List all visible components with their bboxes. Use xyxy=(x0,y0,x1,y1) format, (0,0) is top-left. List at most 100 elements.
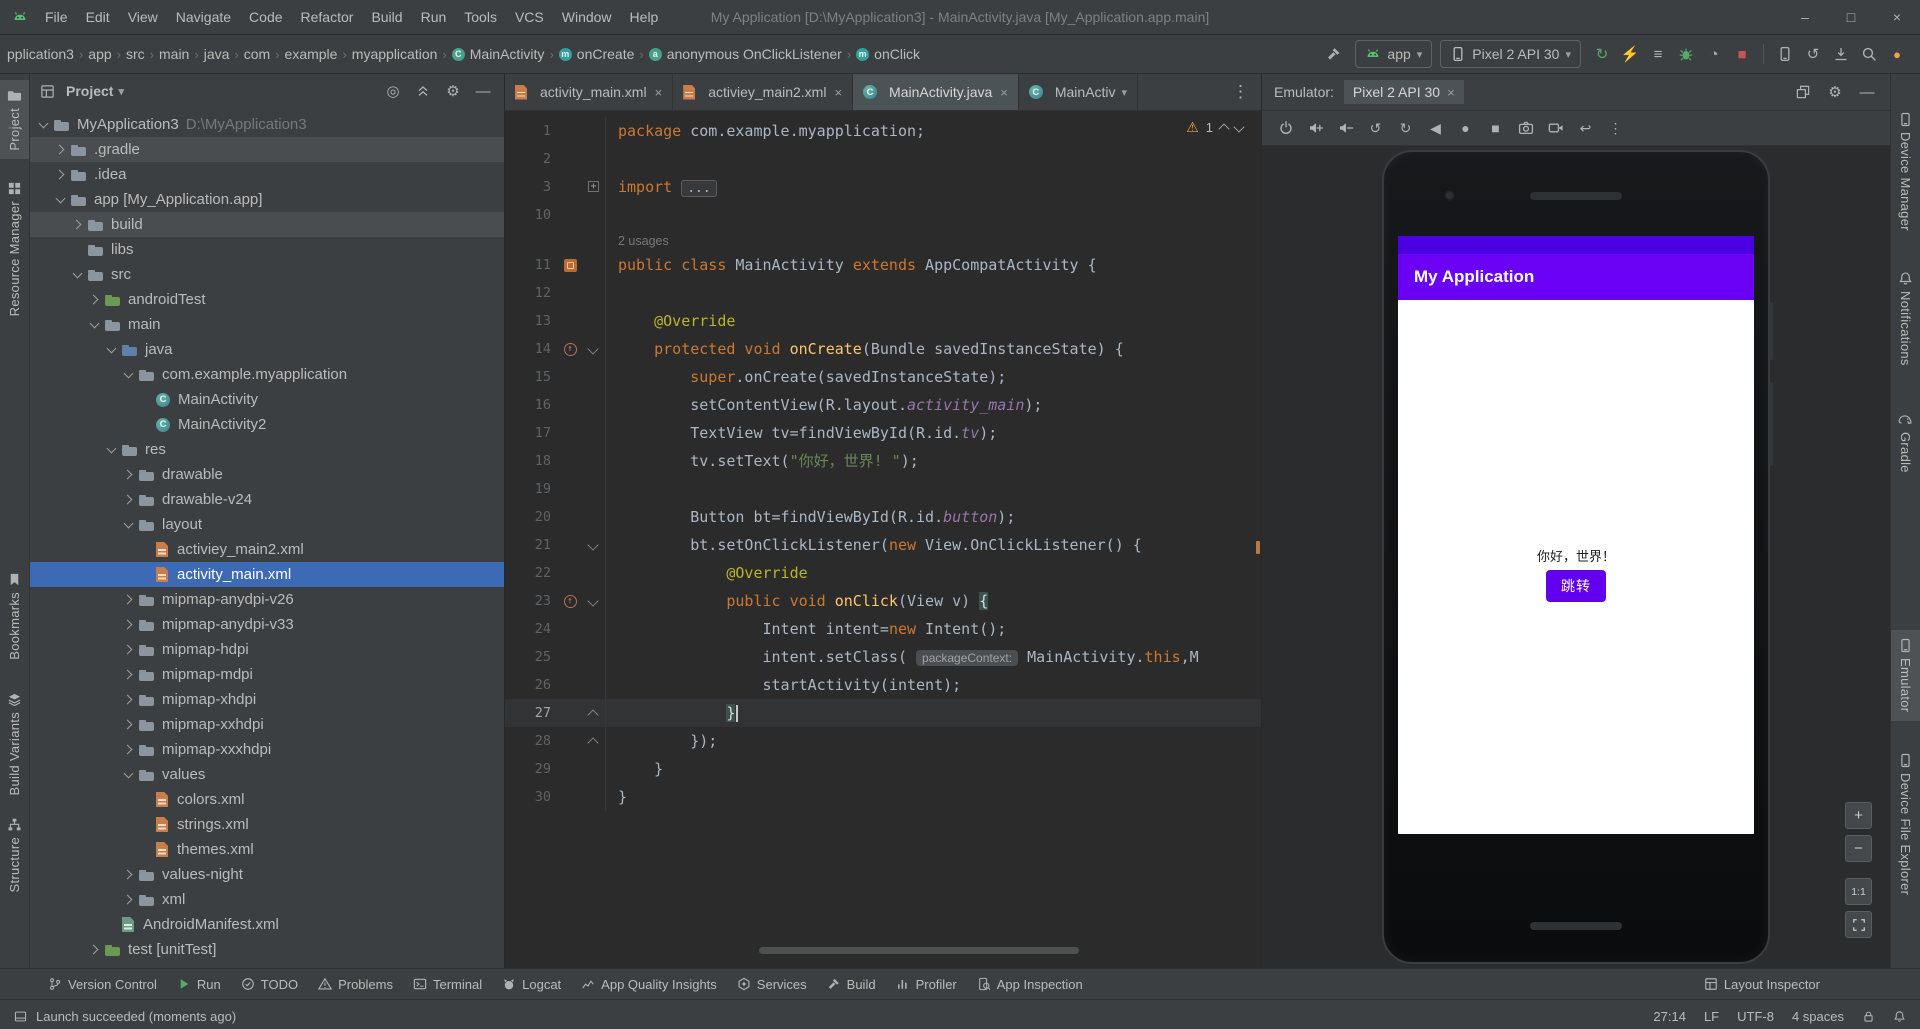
tool-stripe-resource-manager[interactable]: Resource Manager xyxy=(0,173,29,324)
power-button[interactable] xyxy=(1272,115,1299,141)
toolwindow-version-control[interactable]: Version Control xyxy=(38,969,167,999)
tree-item-mipmap-xxxhdpi[interactable]: mipmap-xxxhdpi xyxy=(30,737,504,762)
tree-item-drawable-v24[interactable]: drawable-v24 xyxy=(30,487,504,512)
tool-stripe-emulator[interactable]: Emulator xyxy=(1891,630,1920,721)
breadcrumb-src[interactable]: src xyxy=(123,44,148,64)
tree-chevron-icon[interactable] xyxy=(87,942,102,957)
tree-item-activity-main-xml[interactable]: activity_main.xml xyxy=(30,562,504,587)
tree-item-app-my-application-app[interactable]: app [My_Application.app] xyxy=(30,187,504,212)
breadcrumb-onclick[interactable]: m onClick xyxy=(853,44,923,64)
close-icon[interactable]: × xyxy=(1447,85,1455,100)
tree-item-myapplication3[interactable]: MyApplication3 D:\MyApplication3 xyxy=(30,112,504,137)
tab-options-icon[interactable]: ⋮ xyxy=(1220,82,1261,102)
editor-tab-activity-main-xml[interactable]: activity_main.xml × xyxy=(505,74,674,110)
toolwindow-logcat[interactable]: Logcat xyxy=(492,969,571,999)
fold-column[interactable] xyxy=(585,727,606,755)
tree-item-libs[interactable]: libs xyxy=(30,237,504,262)
editor-tab-mainactiv[interactable]: C MainActiv ▾ xyxy=(1019,74,1139,110)
tree-item-mipmap-hdpi[interactable]: mipmap-hdpi xyxy=(30,637,504,662)
tree-chevron-icon[interactable] xyxy=(121,592,136,607)
zoom-in-button[interactable]: + xyxy=(1845,802,1872,829)
tree-chevron-icon[interactable] xyxy=(121,642,136,657)
breadcrumb-app[interactable]: app xyxy=(85,44,114,64)
tree-item-xml[interactable]: xml xyxy=(30,887,504,912)
tree-item-main[interactable]: main xyxy=(30,312,504,337)
zoom-reset-button[interactable]: 1:1 xyxy=(1845,878,1872,905)
tree-item-layout[interactable]: layout xyxy=(30,512,504,537)
phone-device[interactable]: My Application 你好，世界！ 跳转 xyxy=(1382,150,1773,964)
usages-inlay-hint[interactable]: 2 usages xyxy=(618,234,669,248)
toolwindow-terminal[interactable]: Terminal xyxy=(403,969,492,999)
code-editor[interactable]: 1 package com.example.myapplication; 2 3 + im… xyxy=(505,111,1261,968)
tree-item-com-example-myapplication[interactable]: com.example.myapplication xyxy=(30,362,504,387)
tree-item-res[interactable]: res xyxy=(30,437,504,462)
tree-chevron-icon[interactable] xyxy=(121,517,136,532)
menu-edit[interactable]: Edit xyxy=(77,9,119,25)
phone-screen[interactable]: My Application 你好，世界！ 跳转 xyxy=(1398,236,1754,834)
close-icon[interactable]: × xyxy=(655,85,663,100)
tree-item-colors-xml[interactable]: colors.xml xyxy=(30,787,504,812)
overriding-method-icon[interactable]: ↑ xyxy=(563,342,577,356)
close-button[interactable]: × xyxy=(1874,0,1920,34)
overview-button[interactable]: ■ xyxy=(1482,115,1509,141)
settings-button[interactable]: ⚙ xyxy=(1824,81,1846,103)
tool-stripe-build-variants[interactable]: Build Variants xyxy=(0,684,29,803)
tool-stripe-project[interactable]: Project xyxy=(0,80,29,159)
tree-item-test-unittest[interactable]: test [unitTest] xyxy=(30,937,504,962)
run-options-button[interactable]: ≡ xyxy=(1645,41,1671,67)
close-icon[interactable]: × xyxy=(1000,85,1008,100)
menu-navigate[interactable]: Navigate xyxy=(167,9,240,25)
tree-item-drawable[interactable]: drawable xyxy=(30,462,504,487)
hide-button[interactable]: ― xyxy=(1856,81,1878,103)
fold-column[interactable]: + xyxy=(585,173,606,201)
tree-chevron-icon[interactable] xyxy=(36,117,51,132)
menu-file[interactable]: File xyxy=(36,9,77,25)
tree-item-mipmap-xxhdpi[interactable]: mipmap-xxhdpi xyxy=(30,712,504,737)
overriding-method-icon[interactable]: ↑ xyxy=(563,594,577,608)
device-select[interactable]: Pixel 2 API 30 ▾ xyxy=(1440,40,1581,68)
toolwindow-run[interactable]: Run xyxy=(167,969,231,999)
tree-chevron-icon[interactable] xyxy=(121,767,136,782)
breadcrumb-myapplication[interactable]: myapplication xyxy=(349,44,441,64)
screen-record-button[interactable] xyxy=(1542,115,1569,141)
tree-item-mipmap-anydpi-v33[interactable]: mipmap-anydpi-v33 xyxy=(30,612,504,637)
menu-tools[interactable]: Tools xyxy=(455,9,506,25)
sdk-manager-button[interactable] xyxy=(1828,41,1854,67)
tree-item-activiey-main2-xml[interactable]: activiey_main2.xml xyxy=(30,537,504,562)
toolwindow-build[interactable]: Build xyxy=(817,969,886,999)
inspections-widget[interactable]: ⚠ 1 xyxy=(1186,119,1245,136)
tree-chevron-icon[interactable] xyxy=(121,717,136,732)
float-button[interactable] xyxy=(1792,81,1814,103)
device-manager-button[interactable] xyxy=(1772,41,1798,67)
menu-help[interactable]: Help xyxy=(621,9,668,25)
tree-chevron-icon[interactable] xyxy=(121,492,136,507)
tree-chevron-icon[interactable] xyxy=(53,167,68,182)
profile-button[interactable]: ◔ xyxy=(1701,41,1727,67)
sync-project-button[interactable]: ↺ xyxy=(1800,41,1826,67)
tree-chevron-icon[interactable] xyxy=(121,467,136,482)
breadcrumb-java[interactable]: java xyxy=(201,44,233,64)
tree-chevron-icon[interactable] xyxy=(87,317,102,332)
notifications-icon[interactable] xyxy=(1893,1010,1906,1023)
fold-column[interactable] xyxy=(585,587,606,615)
toolwindow-problems[interactable]: Problems xyxy=(308,969,403,999)
screenshot-button[interactable] xyxy=(1512,115,1539,141)
tool-stripe-device-manager[interactable]: Device Manager xyxy=(1891,104,1920,239)
tree-item-androidmanifest-xml[interactable]: AndroidManifest.xml xyxy=(30,912,504,937)
previous-issue-button[interactable] xyxy=(1218,123,1230,135)
emulator-tab[interactable]: Pixel 2 API 30 × xyxy=(1343,80,1464,104)
volume-down-button[interactable] xyxy=(1332,115,1359,141)
rotate-right-button[interactable]: ↻ xyxy=(1392,115,1419,141)
tree-item-strings-xml[interactable]: strings.xml xyxy=(30,812,504,837)
tool-stripe-structure[interactable]: Structure xyxy=(0,809,29,900)
breadcrumb-anonymous-onclicklistener[interactable]: a anonymous OnClickListener xyxy=(646,44,845,64)
toolwindow-app-inspection[interactable]: App Inspection xyxy=(967,969,1093,999)
tree-chevron-icon[interactable] xyxy=(104,442,119,457)
tree-chevron-icon[interactable] xyxy=(121,367,136,382)
menu-window[interactable]: Window xyxy=(553,9,621,25)
build-project-button[interactable] xyxy=(1321,41,1347,67)
caret-position-widget[interactable]: 27:14 xyxy=(1653,1009,1686,1024)
next-issue-button[interactable] xyxy=(1233,120,1245,133)
tree-item-build[interactable]: build xyxy=(30,212,504,237)
line-separator-widget[interactable]: LF xyxy=(1704,1009,1719,1024)
